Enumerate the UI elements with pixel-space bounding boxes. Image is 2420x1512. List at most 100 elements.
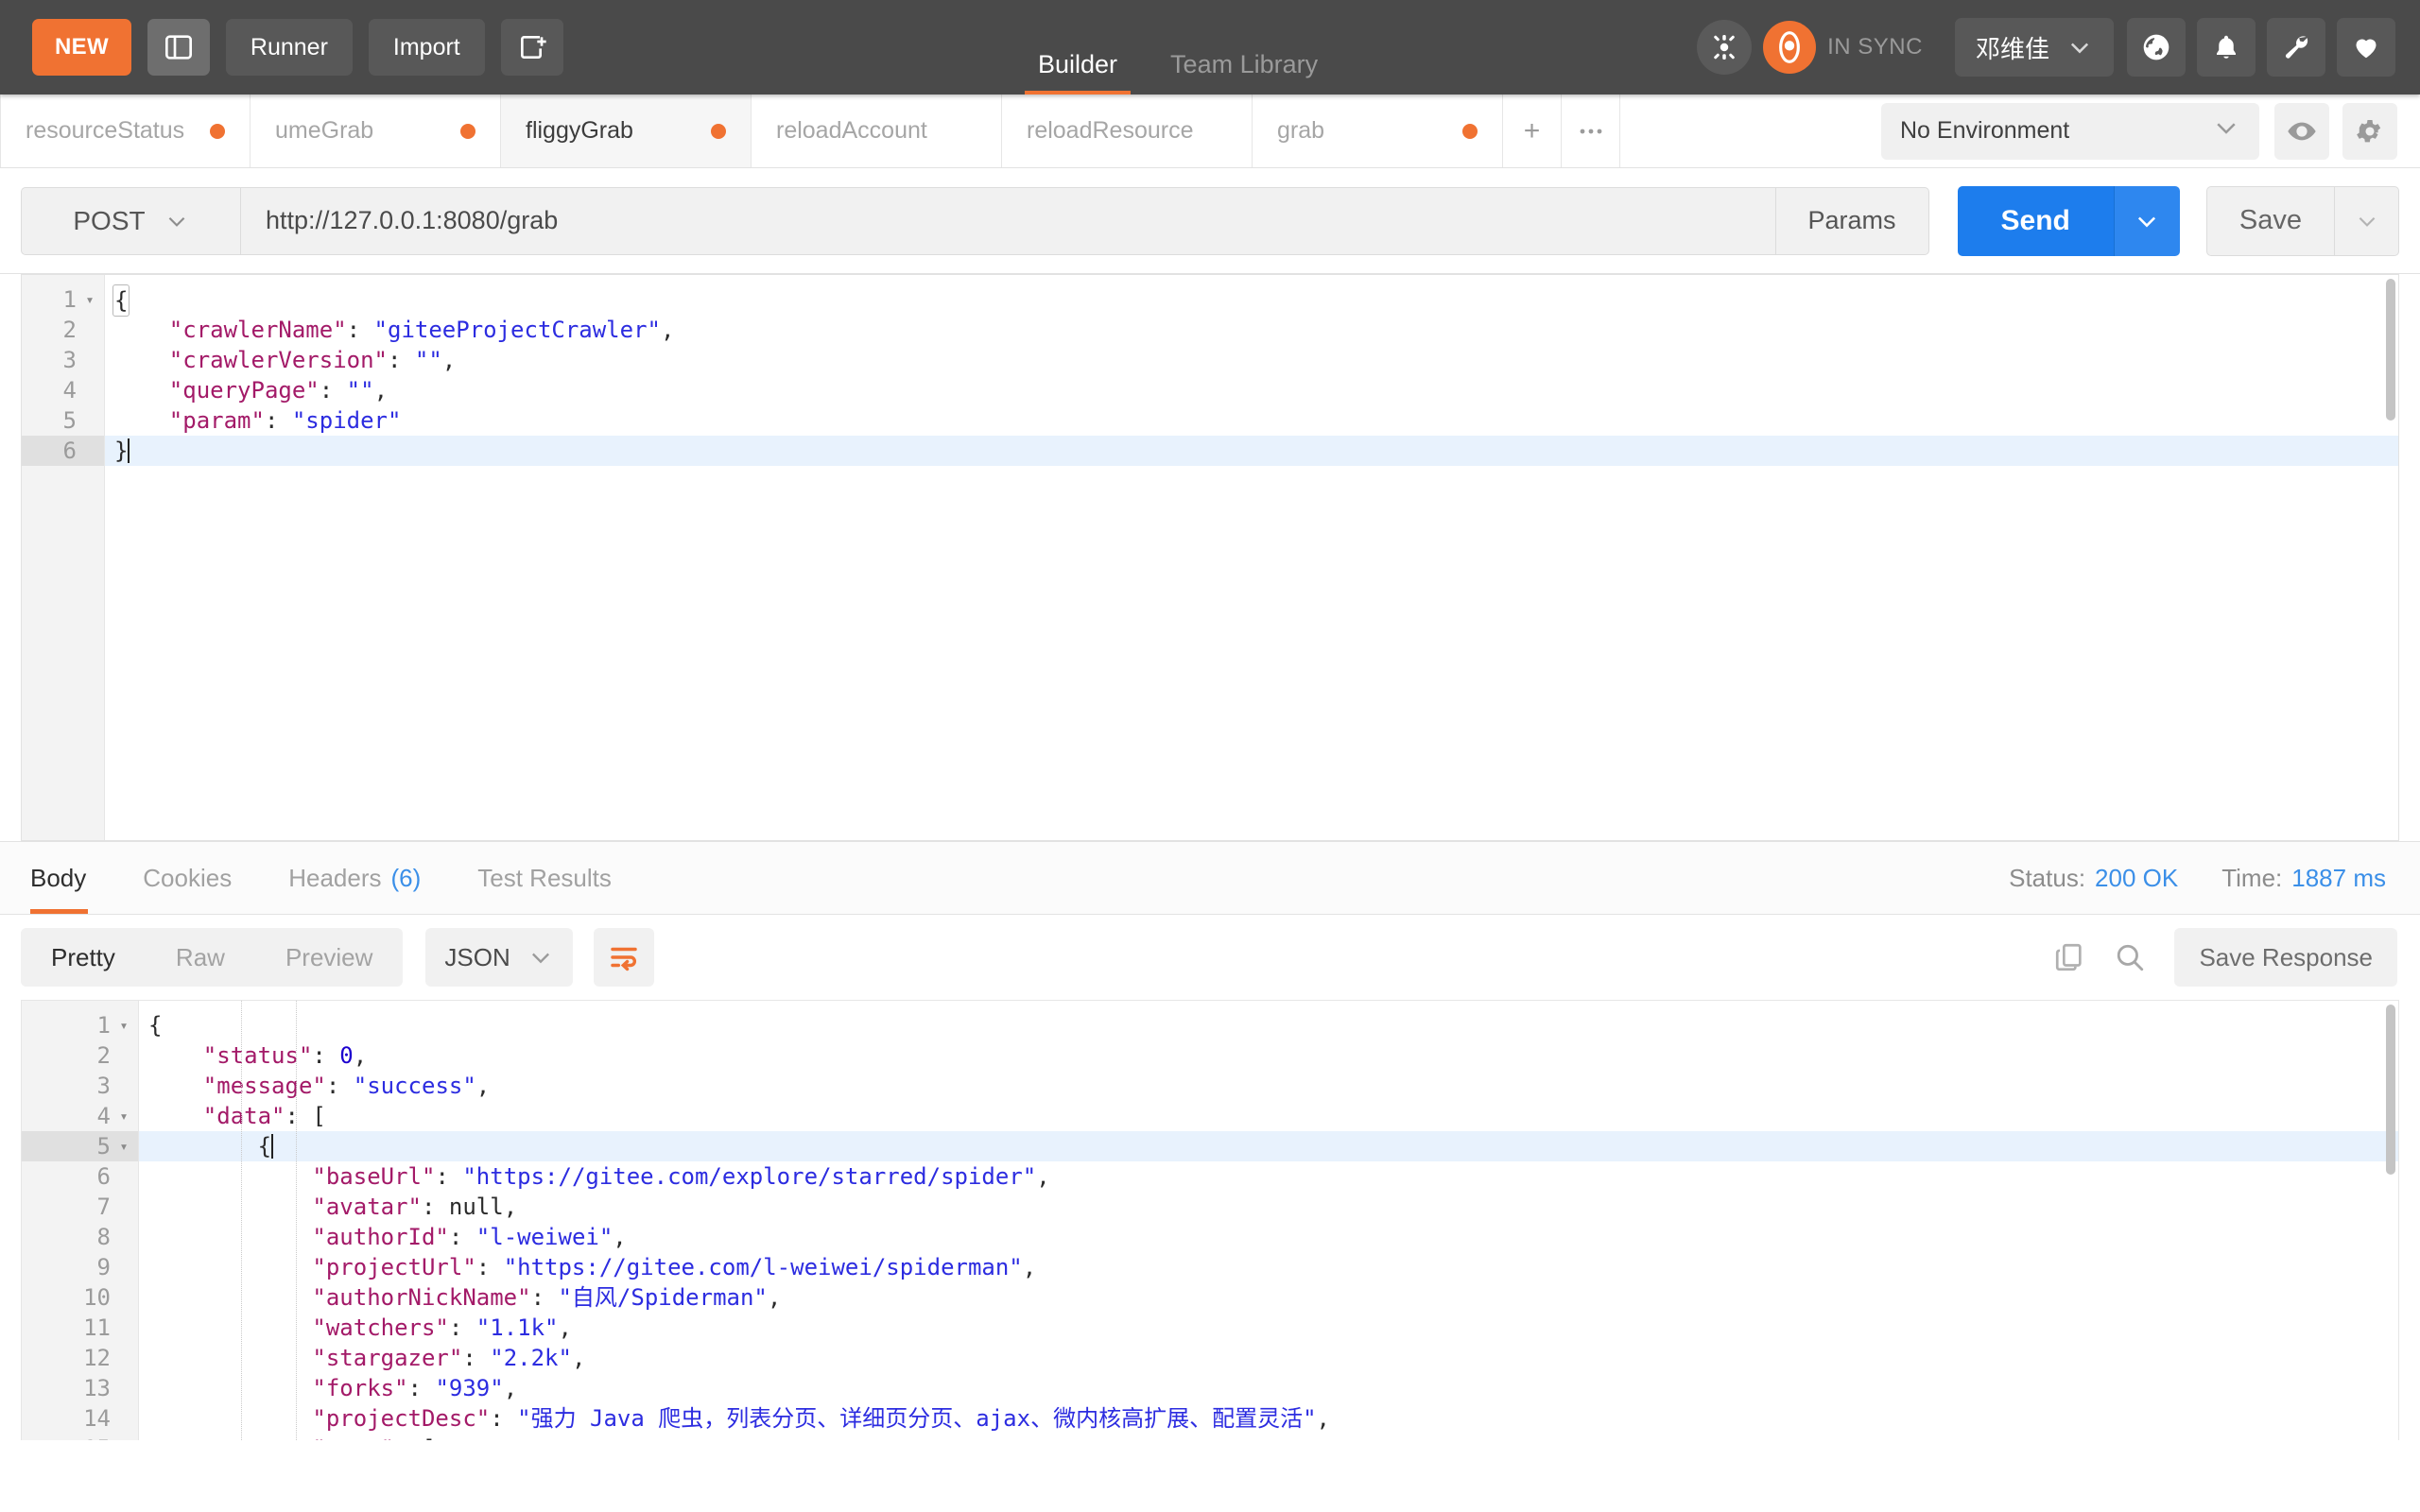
request-tab-grab[interactable]: grab	[1253, 94, 1503, 167]
code-line: "data": [	[139, 1101, 2398, 1131]
view-mode-preview[interactable]: Preview	[255, 928, 403, 987]
nav-tab-team-library[interactable]: Team Library	[1144, 52, 1344, 94]
line-number: 13	[22, 1373, 138, 1403]
line-number: 1▾	[22, 1010, 138, 1040]
environment-label: No Environment	[1900, 117, 2069, 145]
request-url-row: POST http://127.0.0.1:8080/grab Params S…	[0, 168, 2420, 274]
response-format-selector[interactable]: JSON	[425, 928, 572, 987]
send-group: Send	[1958, 186, 2180, 256]
word-wrap-icon[interactable]	[594, 928, 654, 987]
response-editor-scrollbar[interactable]	[2386, 1005, 2395, 1175]
line-number: 5▾	[22, 1131, 138, 1161]
save-request-button[interactable]: Save	[2206, 186, 2335, 256]
response-editor-gutter: 1▾ 2 3 4▾ 5▾ 6 7 8 9 10 11 12 13 14 15▾	[22, 1001, 139, 1440]
request-editor-scrollbar[interactable]	[2386, 279, 2395, 421]
code-line: "param": "spider"	[105, 405, 2398, 436]
request-tabs: resourceStatus umeGrab fliggyGrab reload…	[0, 94, 1620, 167]
code-line: "status": 0,	[139, 1040, 2398, 1071]
request-tab-reloadaccount[interactable]: reloadAccount	[752, 94, 1002, 167]
sidebar-panel-icon[interactable]	[147, 19, 210, 76]
unsaved-dot-icon	[711, 124, 726, 139]
heart-icon[interactable]	[2337, 18, 2395, 77]
interceptor-icon[interactable]	[1697, 20, 1752, 75]
request-tab-fliggygrab[interactable]: fliggyGrab	[501, 94, 752, 167]
response-tab-test-results[interactable]: Test Results	[449, 842, 640, 914]
line-number: 10	[22, 1282, 138, 1313]
params-button[interactable]: Params	[1776, 187, 1929, 255]
code-line: "baseUrl": "https://gitee.com/explore/st…	[139, 1161, 2398, 1192]
code-line: "authorId": "l-weiwei",	[139, 1222, 2398, 1252]
url-input[interactable]: http://127.0.0.1:8080/grab	[240, 187, 1776, 255]
unsaved-dot-icon	[1462, 124, 1478, 139]
gear-icon[interactable]	[2342, 103, 2397, 160]
send-options-chevron-down-icon[interactable]	[2114, 186, 2180, 256]
code-line: "forks": "939",	[139, 1373, 2398, 1403]
code-line: }	[105, 436, 2398, 466]
search-icon[interactable]	[2114, 941, 2146, 973]
response-tab-label: Test Results	[477, 864, 612, 893]
http-method-selector[interactable]: POST	[21, 187, 240, 255]
sync-status-group[interactable]: IN SYNC	[1763, 21, 1923, 74]
time-label: Time:	[2221, 864, 2282, 893]
response-tab-body[interactable]: Body	[21, 842, 114, 914]
fold-toggle-icon[interactable]: ▾	[115, 1101, 132, 1131]
eye-icon[interactable]	[2274, 103, 2329, 160]
environment-area: No Environment	[1881, 94, 2397, 167]
add-tab-button[interactable]: +	[1503, 94, 1562, 167]
save-group: Save	[2206, 186, 2399, 256]
view-mode-raw[interactable]: Raw	[146, 928, 255, 987]
response-tab-label: Headers	[288, 864, 381, 893]
response-tab-bar: Body Cookies Headers (6) Test Results St…	[0, 841, 2420, 915]
view-mode-pretty[interactable]: Pretty	[21, 928, 146, 987]
wrench-icon[interactable]	[2267, 18, 2325, 77]
globe-icon[interactable]	[2127, 18, 2186, 77]
save-response-button[interactable]: Save Response	[2174, 928, 2397, 987]
copy-icon[interactable]	[2053, 941, 2085, 973]
line-number: 8	[22, 1222, 138, 1252]
chevron-down-icon	[2212, 113, 2240, 148]
app-header: NEW Runner Import Builder Team Library	[0, 0, 2420, 94]
runner-button[interactable]: Runner	[226, 19, 353, 76]
unsaved-dot-icon	[210, 124, 225, 139]
request-tab-reloadresource[interactable]: reloadResource	[1002, 94, 1253, 167]
response-tab-cookies[interactable]: Cookies	[114, 842, 260, 914]
line-number: 2	[22, 315, 104, 345]
new-button[interactable]: NEW	[32, 19, 131, 76]
line-number: 9	[22, 1252, 138, 1282]
save-options-chevron-down-icon[interactable]	[2335, 186, 2399, 256]
response-code-body[interactable]: { "status": 0, "message": "success", "da…	[139, 1001, 2398, 1440]
fold-toggle-icon[interactable]: ▾	[81, 284, 98, 315]
import-button[interactable]: Import	[369, 19, 485, 76]
new-window-icon[interactable]	[501, 19, 563, 76]
user-menu[interactable]: 邓维佳	[1955, 18, 2114, 77]
time-value: 1887 ms	[2291, 864, 2386, 893]
code-line: "message": "success",	[139, 1071, 2398, 1101]
fold-toggle-icon[interactable]: ▾	[115, 1131, 132, 1161]
headers-count-badge: (6)	[390, 864, 421, 893]
code-line: "projectDesc": "强力 Java 爬虫，列表分页、详细页分页、aj…	[139, 1403, 2398, 1434]
request-tab-label: resourceStatus	[26, 117, 184, 145]
sync-orb-icon	[1763, 21, 1816, 74]
chevron-down-icon	[527, 944, 554, 971]
code-line: "meta": [	[139, 1434, 2398, 1440]
request-tab-resourcestatus[interactable]: resourceStatus	[0, 94, 251, 167]
nav-tab-builder[interactable]: Builder	[1011, 52, 1144, 94]
code-line: {	[105, 284, 2398, 315]
bell-icon[interactable]	[2197, 18, 2256, 77]
request-tab-umegrab[interactable]: umeGrab	[251, 94, 501, 167]
code-line: {	[139, 1131, 2398, 1161]
request-body-editor[interactable]: 1▾ 2 3 4 5 6 { "crawlerName": "giteeProj…	[21, 274, 2399, 841]
line-number: 7	[22, 1192, 138, 1222]
more-tabs-button[interactable]	[1562, 94, 1620, 167]
code-line: {	[139, 1010, 2398, 1040]
environment-selector[interactable]: No Environment	[1881, 103, 2259, 160]
status-value: 200 OK	[2095, 864, 2178, 893]
code-line: "watchers": "1.1k",	[139, 1313, 2398, 1343]
request-tab-label: reloadAccount	[776, 117, 927, 145]
request-code-body[interactable]: { "crawlerName": "giteeProjectCrawler", …	[105, 275, 2398, 840]
response-body-editor[interactable]: 1▾ 2 3 4▾ 5▾ 6 7 8 9 10 11 12 13 14 15▾ …	[21, 1000, 2399, 1440]
send-button[interactable]: Send	[1958, 186, 2114, 256]
response-tab-headers[interactable]: Headers (6)	[260, 842, 449, 914]
fold-toggle-icon[interactable]: ▾	[115, 1010, 132, 1040]
fold-toggle-icon[interactable]: ▾	[115, 1434, 132, 1440]
